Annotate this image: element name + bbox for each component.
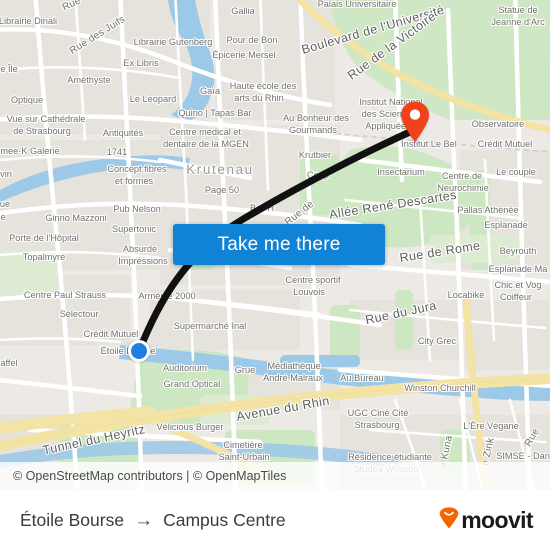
moovit-pin-icon [439, 506, 459, 534]
attribution-text[interactable]: © OpenStreetMap contributors | © OpenMap… [13, 469, 286, 483]
origin-marker[interactable] [128, 340, 150, 362]
trip-origin-label: Étoile Bourse [20, 509, 125, 530]
trip-footer: Étoile Bourse → Campus Centre moovit [0, 490, 550, 550]
trip-summary: Étoile Bourse → Campus Centre [20, 510, 286, 531]
map-canvas[interactable]: Librairie Dinali Rue des Juifs Rue Librairi… [0, 0, 550, 490]
moovit-wordmark: moovit [461, 506, 533, 533]
take-me-there-button[interactable]: Take me there [173, 224, 385, 265]
trip-destination-label: Campus Centre [163, 509, 286, 530]
moovit-trip-map-screen: Librairie Dinali Rue des Juifs Rue Librairi… [0, 0, 550, 550]
destination-marker[interactable] [400, 101, 430, 148]
arrow-right-icon: → [134, 509, 154, 531]
take-me-there-label: Take me there [217, 233, 341, 255]
moovit-logo[interactable]: moovit [439, 506, 534, 534]
map-attribution-bar: © OpenStreetMap contributors | © OpenMap… [0, 462, 550, 490]
